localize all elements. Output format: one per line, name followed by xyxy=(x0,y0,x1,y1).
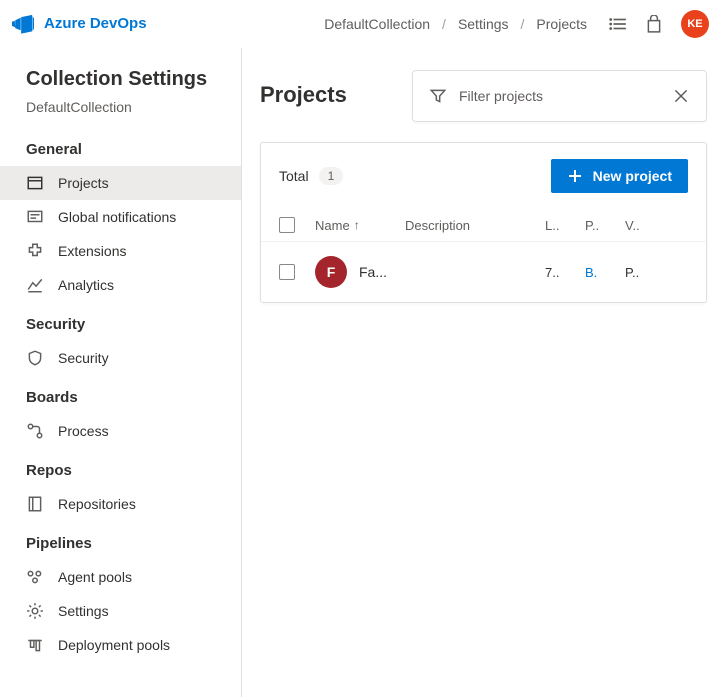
sort-ascending-icon: ↑ xyxy=(354,218,360,232)
row-last: 7.. xyxy=(545,265,585,280)
nav-security[interactable]: Security xyxy=(0,341,241,375)
gear-icon xyxy=(26,602,44,620)
col-process[interactable]: P.. xyxy=(585,218,625,233)
col-description[interactable]: Description xyxy=(405,218,545,233)
global-header: Azure DevOps DefaultCollection / Setting… xyxy=(0,0,725,48)
page-title: Projects xyxy=(260,70,347,108)
nav-projects[interactable]: Projects xyxy=(0,166,241,200)
nav-label: Deployment pools xyxy=(58,637,170,653)
user-avatar[interactable]: KE xyxy=(681,10,709,38)
row-visibility: P.. xyxy=(625,265,665,280)
nav-label: Projects xyxy=(58,175,109,191)
table-row[interactable]: F Fa... 7.. B. P.. xyxy=(261,241,706,302)
sidebar-title: Collection Settings xyxy=(0,68,241,99)
new-project-label: New project xyxy=(593,168,672,184)
nav-label: Process xyxy=(58,423,109,439)
nav-process[interactable]: Process xyxy=(0,414,241,448)
nav-label: Extensions xyxy=(58,243,126,259)
total-label: Total xyxy=(279,168,309,184)
analytics-icon xyxy=(26,276,44,294)
list-icon[interactable] xyxy=(609,15,627,33)
breadcrumb-settings[interactable]: Settings xyxy=(458,16,509,32)
header-actions: KE xyxy=(609,10,709,38)
shield-icon xyxy=(26,349,44,367)
sidebar: Collection Settings DefaultCollection Ge… xyxy=(0,48,242,697)
deployment-pools-icon xyxy=(26,636,44,654)
close-icon[interactable] xyxy=(672,87,690,105)
filter-icon xyxy=(429,87,447,105)
brand[interactable]: Azure DevOps xyxy=(12,13,147,35)
section-pipelines: Pipelines xyxy=(0,521,241,560)
extensions-icon xyxy=(26,242,44,260)
shopping-bag-icon[interactable] xyxy=(645,15,663,33)
project-name[interactable]: Fa... xyxy=(359,264,387,280)
col-last[interactable]: L.. xyxy=(545,218,585,233)
nav-label: Global notifications xyxy=(58,209,176,225)
sidebar-subtitle: DefaultCollection xyxy=(0,99,241,127)
main-content: Projects Total 1 New project xyxy=(242,48,725,697)
nav-label: Security xyxy=(58,350,109,366)
nav-label: Analytics xyxy=(58,277,114,293)
brand-text: Azure DevOps xyxy=(44,15,147,32)
repositories-icon xyxy=(26,495,44,513)
breadcrumb: DefaultCollection / Settings / Projects xyxy=(324,16,597,32)
section-boards: Boards xyxy=(0,375,241,414)
process-icon xyxy=(26,422,44,440)
nav-extensions[interactable]: Extensions xyxy=(0,234,241,268)
table-header: Name ↑ Description L.. P.. V.. xyxy=(261,209,706,241)
filter-input[interactable] xyxy=(459,88,660,104)
projects-icon xyxy=(26,174,44,192)
new-project-button[interactable]: New project xyxy=(551,159,688,193)
nav-agent-pools[interactable]: Agent pools xyxy=(0,560,241,594)
col-name[interactable]: Name ↑ xyxy=(315,218,405,233)
filter-box xyxy=(412,70,707,122)
notifications-icon xyxy=(26,208,44,226)
project-avatar: F xyxy=(315,256,347,288)
agent-pools-icon xyxy=(26,568,44,586)
total-count-badge: 1 xyxy=(319,167,344,185)
section-repos: Repos xyxy=(0,448,241,487)
nav-repositories[interactable]: Repositories xyxy=(0,487,241,521)
row-process[interactable]: B. xyxy=(585,265,625,280)
projects-table: Total 1 New project Name ↑ Description L… xyxy=(260,142,707,303)
nav-deployment-pools[interactable]: Deployment pools xyxy=(0,628,241,662)
col-visibility[interactable]: V.. xyxy=(625,218,665,233)
breadcrumb-projects[interactable]: Projects xyxy=(536,16,587,32)
azure-devops-logo-icon xyxy=(12,13,34,35)
select-all-checkbox[interactable] xyxy=(279,217,295,233)
plus-icon xyxy=(567,168,583,184)
row-checkbox[interactable] xyxy=(279,264,295,280)
breadcrumb-collection[interactable]: DefaultCollection xyxy=(324,16,430,32)
nav-settings[interactable]: Settings xyxy=(0,594,241,628)
nav-label: Settings xyxy=(58,603,109,619)
breadcrumb-sep: / xyxy=(521,16,525,32)
nav-label: Agent pools xyxy=(58,569,132,585)
section-security: Security xyxy=(0,302,241,341)
breadcrumb-sep: / xyxy=(442,16,446,32)
total-wrap: Total 1 xyxy=(279,167,343,185)
nav-label: Repositories xyxy=(58,496,136,512)
nav-global-notifications[interactable]: Global notifications xyxy=(0,200,241,234)
nav-analytics[interactable]: Analytics xyxy=(0,268,241,302)
section-general: General xyxy=(0,127,241,166)
